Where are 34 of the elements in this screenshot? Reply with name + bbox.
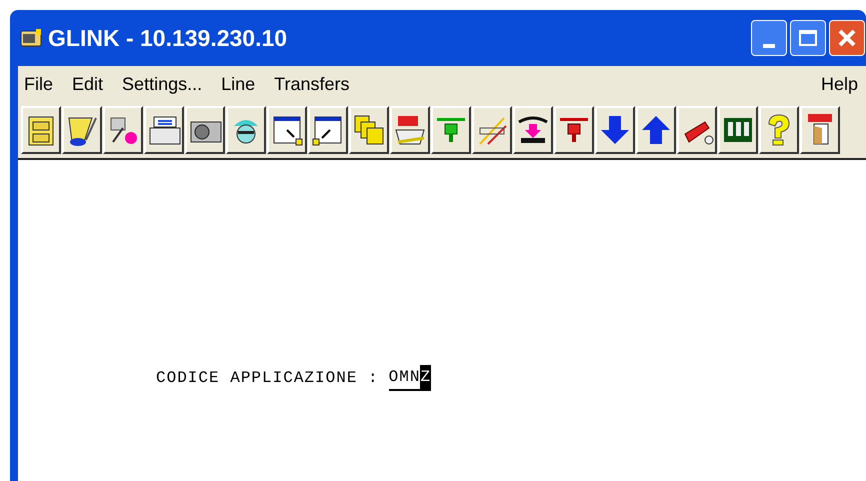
toolbar-button[interactable]: [472, 106, 512, 154]
close-button[interactable]: [829, 20, 865, 56]
menu-item[interactable]: Transfers: [274, 70, 350, 98]
toolbar-button[interactable]: [636, 106, 676, 154]
toolbar-button[interactable]: [595, 106, 635, 154]
toolbar-button[interactable]: [308, 106, 348, 154]
toolbar-button[interactable]: [103, 106, 143, 154]
toolbar-button[interactable]: [718, 106, 758, 154]
toolbar-button[interactable]: [800, 106, 840, 154]
close-icon: [837, 28, 857, 48]
prompt-label: CODICE APPLICAZIONE :: [156, 368, 379, 389]
toolbar-button[interactable]: [513, 106, 553, 154]
menu-item[interactable]: Edit: [72, 70, 104, 98]
window-title: GLINK - 10.139.230.10: [48, 24, 288, 53]
toolbar-button[interactable]: [62, 106, 102, 154]
menu-item[interactable]: Settings...: [122, 70, 202, 98]
toolbar-button[interactable]: [349, 106, 389, 154]
toolbar-button[interactable]: [144, 106, 184, 154]
toolbar-button[interactable]: [390, 106, 430, 154]
toolbar-button[interactable]: [226, 106, 266, 154]
menu-item[interactable]: File: [24, 70, 54, 98]
toolbar-button[interactable]: [431, 106, 471, 154]
toolbar-button[interactable]: [677, 106, 717, 154]
toolbar-button[interactable]: [267, 106, 307, 154]
menu-item[interactable]: Help: [820, 70, 858, 98]
toolbar-button[interactable]: [554, 106, 594, 154]
toolbar-button[interactable]: [21, 106, 61, 154]
maximize-button[interactable]: [790, 20, 826, 56]
toolbar-button[interactable]: [759, 106, 799, 154]
minimize-button[interactable]: [751, 20, 787, 56]
menu-item[interactable]: Line: [221, 70, 256, 98]
input-field[interactable]: OMNZ: [388, 365, 432, 391]
terminal-icon: [20, 28, 42, 48]
toolbar-button[interactable]: [185, 106, 225, 154]
